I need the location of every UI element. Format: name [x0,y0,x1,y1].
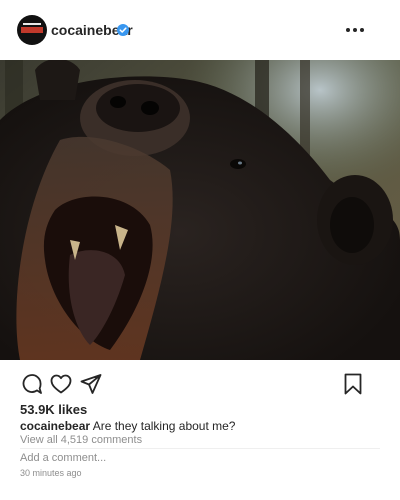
more-options-icon[interactable] [345,22,365,38]
caption-text: Are they talking about me? [92,419,236,433]
divider [20,448,380,449]
post-header: cocainebear [0,0,400,60]
post-timestamp: 30 minutes ago [20,468,82,478]
caption: cocainebear Are they talking about me? [20,419,235,433]
send-icon[interactable] [79,372,103,396]
bookmark-icon[interactable] [341,372,365,396]
bear-photo [0,60,400,360]
likes-count[interactable]: 53.9K likes [20,402,87,417]
verified-badge-icon [117,24,129,36]
post-image[interactable] [0,60,400,360]
avatar[interactable] [17,15,47,45]
instagram-post: cocainebear 53.9K likes cocainebear Are … [0,0,400,500]
caption-username[interactable]: cocainebear [20,419,90,433]
post-actions [0,372,400,398]
avatar-logo-line [23,23,41,25]
comment-icon[interactable] [20,372,44,396]
heart-icon[interactable] [49,372,73,396]
view-comments-link[interactable]: View all 4,519 comments [20,434,142,446]
avatar-logo-bar [21,27,43,33]
add-comment-input[interactable] [20,452,220,464]
